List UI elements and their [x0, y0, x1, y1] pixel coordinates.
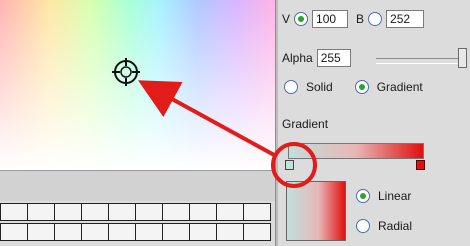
gradient-section-label: Gradient	[282, 117, 329, 131]
swatch-cell[interactable]	[135, 203, 163, 221]
gradient-marker-icon[interactable]	[285, 160, 294, 170]
swatch-row	[0, 223, 275, 243]
swatch-cell[interactable]	[162, 203, 190, 221]
swatch-cell[interactable]	[81, 203, 109, 221]
gradient-preview	[286, 181, 346, 241]
color-settings-panel: V 100 B 252 Alpha 255 Solid Gradient Gra…	[278, 0, 470, 246]
swatch-cell[interactable]	[27, 223, 55, 241]
alpha-row: Alpha 255	[282, 49, 351, 67]
alpha-value-field[interactable]: 255	[316, 49, 351, 67]
b-value-field[interactable]: 252	[386, 10, 425, 28]
swatch-cell[interactable]	[243, 203, 271, 221]
v-radio[interactable]	[294, 12, 309, 26]
swatch-cell[interactable]	[108, 223, 136, 241]
linear-radio[interactable]	[356, 189, 370, 203]
color-picker-area	[0, 0, 275, 246]
swatch-grid	[0, 203, 275, 243]
gradient-end-marker[interactable]	[416, 160, 425, 170]
swatch-cell[interactable]	[0, 203, 28, 221]
swatch-cell[interactable]	[81, 223, 109, 241]
swatch-cell[interactable]	[216, 203, 244, 221]
v-label: V	[282, 12, 291, 26]
swatch-cell[interactable]	[189, 203, 217, 221]
swatch-cell[interactable]	[54, 223, 82, 241]
swatch-cell[interactable]	[0, 223, 28, 241]
swatch-row	[0, 203, 275, 223]
alpha-slider-track[interactable]	[376, 58, 464, 64]
swatch-cell[interactable]	[162, 223, 190, 241]
fill-type-row: Solid Gradient	[284, 80, 423, 94]
alpha-label: Alpha	[282, 51, 313, 65]
radial-row: Radial	[356, 219, 412, 233]
radial-radio[interactable]	[356, 219, 370, 233]
linear-row: Linear	[356, 189, 411, 203]
v-value-field[interactable]: 100	[312, 10, 349, 28]
linear-label[interactable]: Linear	[378, 189, 411, 203]
gradient-radio[interactable]	[354, 80, 369, 94]
swatch-cell[interactable]	[135, 223, 163, 241]
alpha-slider-thumb[interactable]	[458, 48, 467, 68]
vb-row: V 100 B 252	[282, 10, 425, 28]
swatch-cell[interactable]	[27, 203, 55, 221]
swatch-cell[interactable]	[108, 203, 136, 221]
gradient-section: Gradient	[282, 117, 328, 131]
crosshair-icon[interactable]	[110, 56, 142, 88]
b-label: B	[356, 12, 365, 26]
color-strip	[0, 170, 275, 201]
swatch-cell[interactable]	[216, 223, 244, 241]
swatch-cell[interactable]	[54, 203, 82, 221]
solid-label[interactable]: Solid	[306, 80, 333, 94]
gradient-label[interactable]: Gradient	[377, 80, 423, 94]
swatch-cell[interactable]	[189, 223, 217, 241]
gradient-bar[interactable]	[288, 143, 424, 159]
b-radio[interactable]	[368, 12, 383, 26]
swatch-cell[interactable]	[243, 223, 271, 241]
solid-radio[interactable]	[284, 80, 298, 94]
radial-label[interactable]: Radial	[378, 219, 412, 233]
